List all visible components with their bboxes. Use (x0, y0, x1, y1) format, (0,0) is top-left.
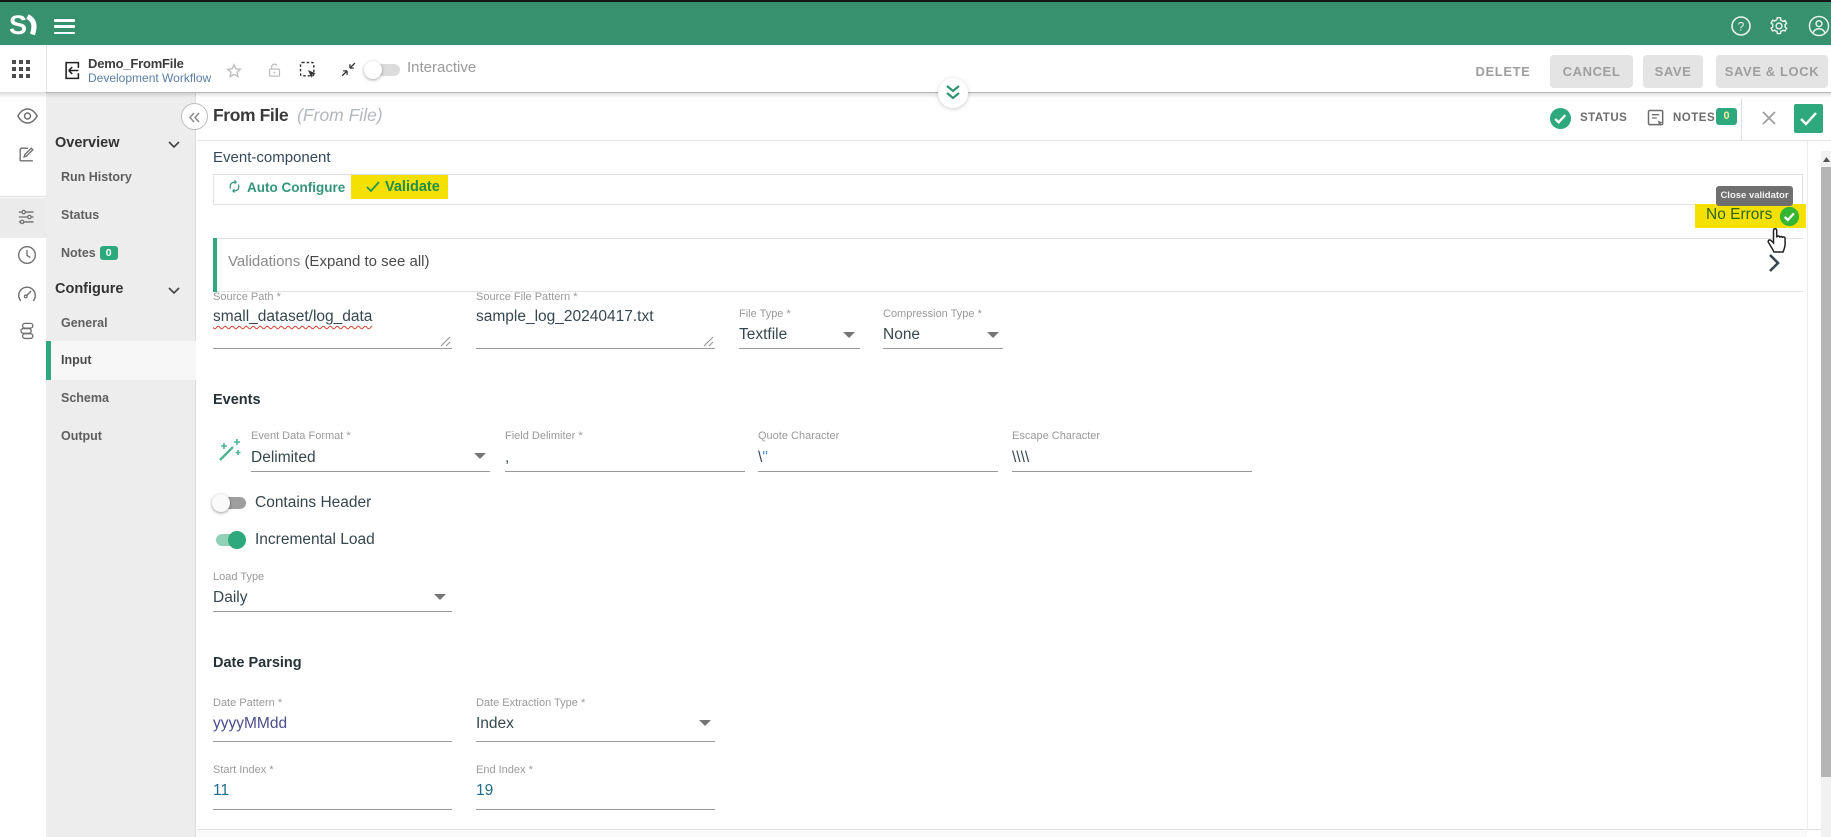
svg-text:S: S (9, 13, 27, 37)
svg-text:?: ? (1738, 20, 1745, 34)
